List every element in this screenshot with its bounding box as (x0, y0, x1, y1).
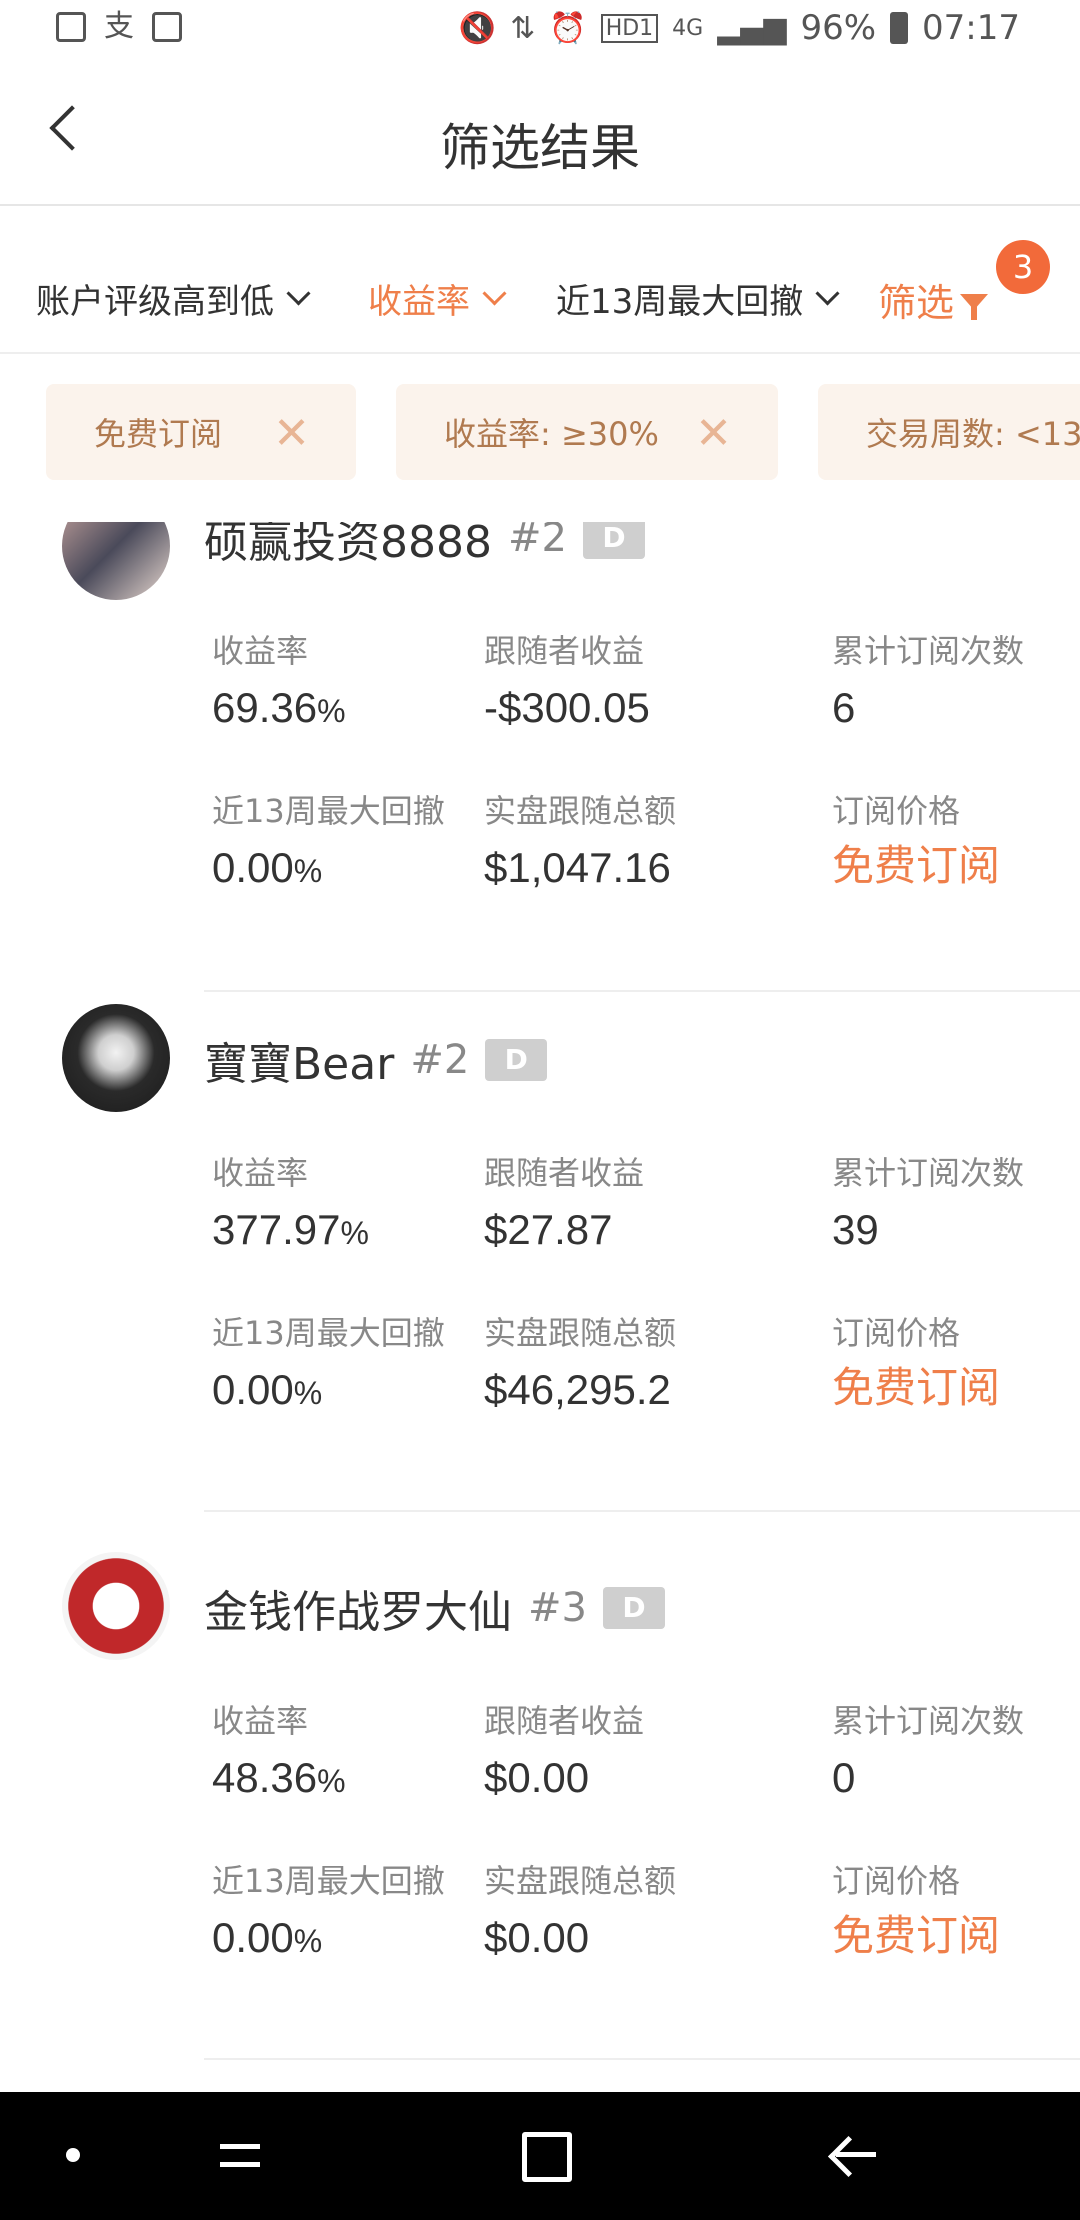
divider (204, 2058, 1080, 2060)
subscribe-price[interactable]: 免费订阅 (832, 832, 1000, 893)
value-yield: 48.36% (212, 1754, 346, 1801)
alipay-icon: 支 (104, 9, 134, 44)
level-tag: D (485, 1039, 548, 1081)
level-tag: D (602, 1587, 665, 1629)
label-price: 订阅价格 (832, 1862, 961, 1900)
trader-rank: #3 (528, 1585, 587, 1631)
trader-name: 金钱作战罗大仙 (204, 1587, 512, 1638)
home-icon[interactable] (522, 2132, 572, 2182)
value-drawdown: 0.00% (212, 844, 323, 891)
chip-free-subscription[interactable]: 免费订阅 ✕ (46, 384, 356, 480)
value-yield: 69.36% (212, 684, 346, 731)
status-bar: 支 🔇 ⇅ ⏰ HD1 4G ▂▄▆ 96% 07:17 (0, 0, 1080, 62)
sort-bar: 账户评级高到低 收益率 近13周最大回撤 筛选 (0, 206, 1080, 354)
checklist-icon (152, 12, 182, 42)
label-follower-profit: 跟随者收益 (484, 1702, 645, 1740)
chip-label: 免费订阅 (94, 415, 223, 453)
label-follower-profit: 跟随者收益 (484, 632, 645, 670)
hd-icon: HD1 (600, 13, 659, 43)
trader-rank: #2 (410, 1037, 470, 1083)
value-follower-profit: -$300.05 (484, 684, 650, 731)
avatar (62, 522, 170, 600)
value-total: $0.00 (484, 1914, 590, 1961)
value-subs: 39 (832, 1206, 879, 1253)
signal-icon: ▂▄▆ (717, 10, 787, 46)
value-drawdown: 0.00% (212, 1914, 323, 1961)
sort-drawdown[interactable]: 近13周最大回撤 (556, 274, 840, 323)
value-total: $46,295.2 (484, 1366, 671, 1413)
value-drawdown: 0.00% (212, 1366, 323, 1413)
label-subs: 累计订阅次数 (832, 1702, 1025, 1740)
clock: 07:17 (922, 8, 1020, 48)
label-drawdown: 近13周最大回撤 (212, 1862, 445, 1900)
app-header: 筛选结果 (0, 62, 1080, 206)
value-subs: 6 (832, 684, 856, 731)
close-icon[interactable]: ✕ (273, 408, 310, 459)
trader-rank: #2 (507, 522, 567, 561)
chip-label: 交易周数: <13 (866, 415, 1080, 453)
filter-label: 筛选 (878, 281, 955, 325)
label-total: 实盘跟随总额 (484, 1314, 677, 1352)
label-total: 实盘跟随总额 (484, 792, 677, 830)
gallery-icon (56, 12, 86, 42)
chip-label: 收益率: ≥30% (444, 415, 659, 453)
active-filter-chips: 免费订阅 ✕ 收益率: ≥30% ✕ 交易周数: <13 (0, 354, 1080, 520)
trader-card[interactable]: 硕赢投资8888 #2 D 收益率 跟随者收益 累计订阅次数 69.36% -$… (0, 522, 1080, 992)
sort-rating[interactable]: 账户评级高到低 (36, 274, 311, 323)
label-follower-profit: 跟随者收益 (484, 1154, 645, 1192)
value-subs: 0 (832, 1754, 856, 1801)
network-label: 4G (672, 15, 704, 41)
sort-rating-label: 账户评级高到低 (36, 282, 274, 322)
chevron-down-icon (482, 281, 507, 306)
battery-icon (890, 12, 909, 44)
chip-yield[interactable]: 收益率: ≥30% ✕ (396, 384, 778, 480)
trader-card[interactable]: 寶寶Bear #2 D 收益率 跟随者收益 累计订阅次数 377.97% $27… (0, 1004, 1080, 1554)
data-transfer-icon: ⇅ (510, 10, 536, 46)
value-follower-profit: $0.00 (484, 1754, 590, 1801)
alarm-icon: ⏰ (549, 10, 587, 46)
label-total: 实盘跟随总额 (484, 1862, 677, 1900)
filter-button[interactable]: 筛选 (878, 272, 989, 327)
level-tag: D (582, 522, 645, 559)
value-yield: 377.97% (212, 1206, 369, 1253)
sort-yield-label: 收益率 (368, 282, 470, 322)
divider (204, 1510, 1080, 1512)
system-nav-bar (0, 2092, 1080, 2220)
trader-list[interactable]: 硕赢投资8888 #2 D 收益率 跟随者收益 累计订阅次数 69.36% -$… (0, 522, 1080, 2092)
avatar (62, 1552, 170, 1660)
label-yield: 收益率 (212, 1154, 309, 1192)
nav-back-stem (836, 2152, 876, 2157)
label-subs: 累计订阅次数 (832, 1154, 1025, 1192)
sort-drawdown-label: 近13周最大回撤 (556, 282, 804, 322)
trader-name: 硕赢投资8888 (204, 522, 492, 568)
chip-trade-weeks[interactable]: 交易周数: <13 (818, 384, 1080, 480)
chevron-down-icon (815, 281, 840, 306)
label-subs: 累计订阅次数 (832, 632, 1025, 670)
avatar (62, 1004, 170, 1112)
recent-apps-icon[interactable] (220, 2130, 268, 2178)
filter-count-badge: 3 (996, 240, 1050, 294)
page-title: 筛选结果 (440, 119, 640, 177)
mute-icon: 🔇 (458, 10, 497, 46)
label-price: 订阅价格 (832, 792, 961, 830)
label-yield: 收益率 (212, 1702, 309, 1740)
funnel-icon (960, 293, 989, 320)
close-icon[interactable]: ✕ (695, 408, 732, 459)
trader-card[interactable]: 金钱作战罗大仙 #3 D 收益率 跟随者收益 累计订阅次数 48.36% $0.… (0, 1552, 1080, 2092)
subscribe-price[interactable]: 免费订阅 (832, 1354, 1000, 1415)
divider (204, 990, 1080, 992)
nav-dot-icon (66, 2148, 80, 2162)
label-drawdown: 近13周最大回撤 (212, 792, 445, 830)
value-follower-profit: $27.87 (484, 1206, 613, 1253)
label-price: 订阅价格 (832, 1314, 961, 1352)
sort-yield[interactable]: 收益率 (368, 274, 507, 323)
label-drawdown: 近13周最大回撤 (212, 1314, 445, 1352)
label-yield: 收益率 (212, 632, 309, 670)
chevron-down-icon (286, 281, 311, 306)
trader-name: 寶寶Bear (204, 1039, 395, 1090)
value-total: $1,047.16 (484, 844, 671, 891)
subscribe-price[interactable]: 免费订阅 (832, 1902, 1000, 1963)
battery-percent: 96% (800, 8, 877, 48)
